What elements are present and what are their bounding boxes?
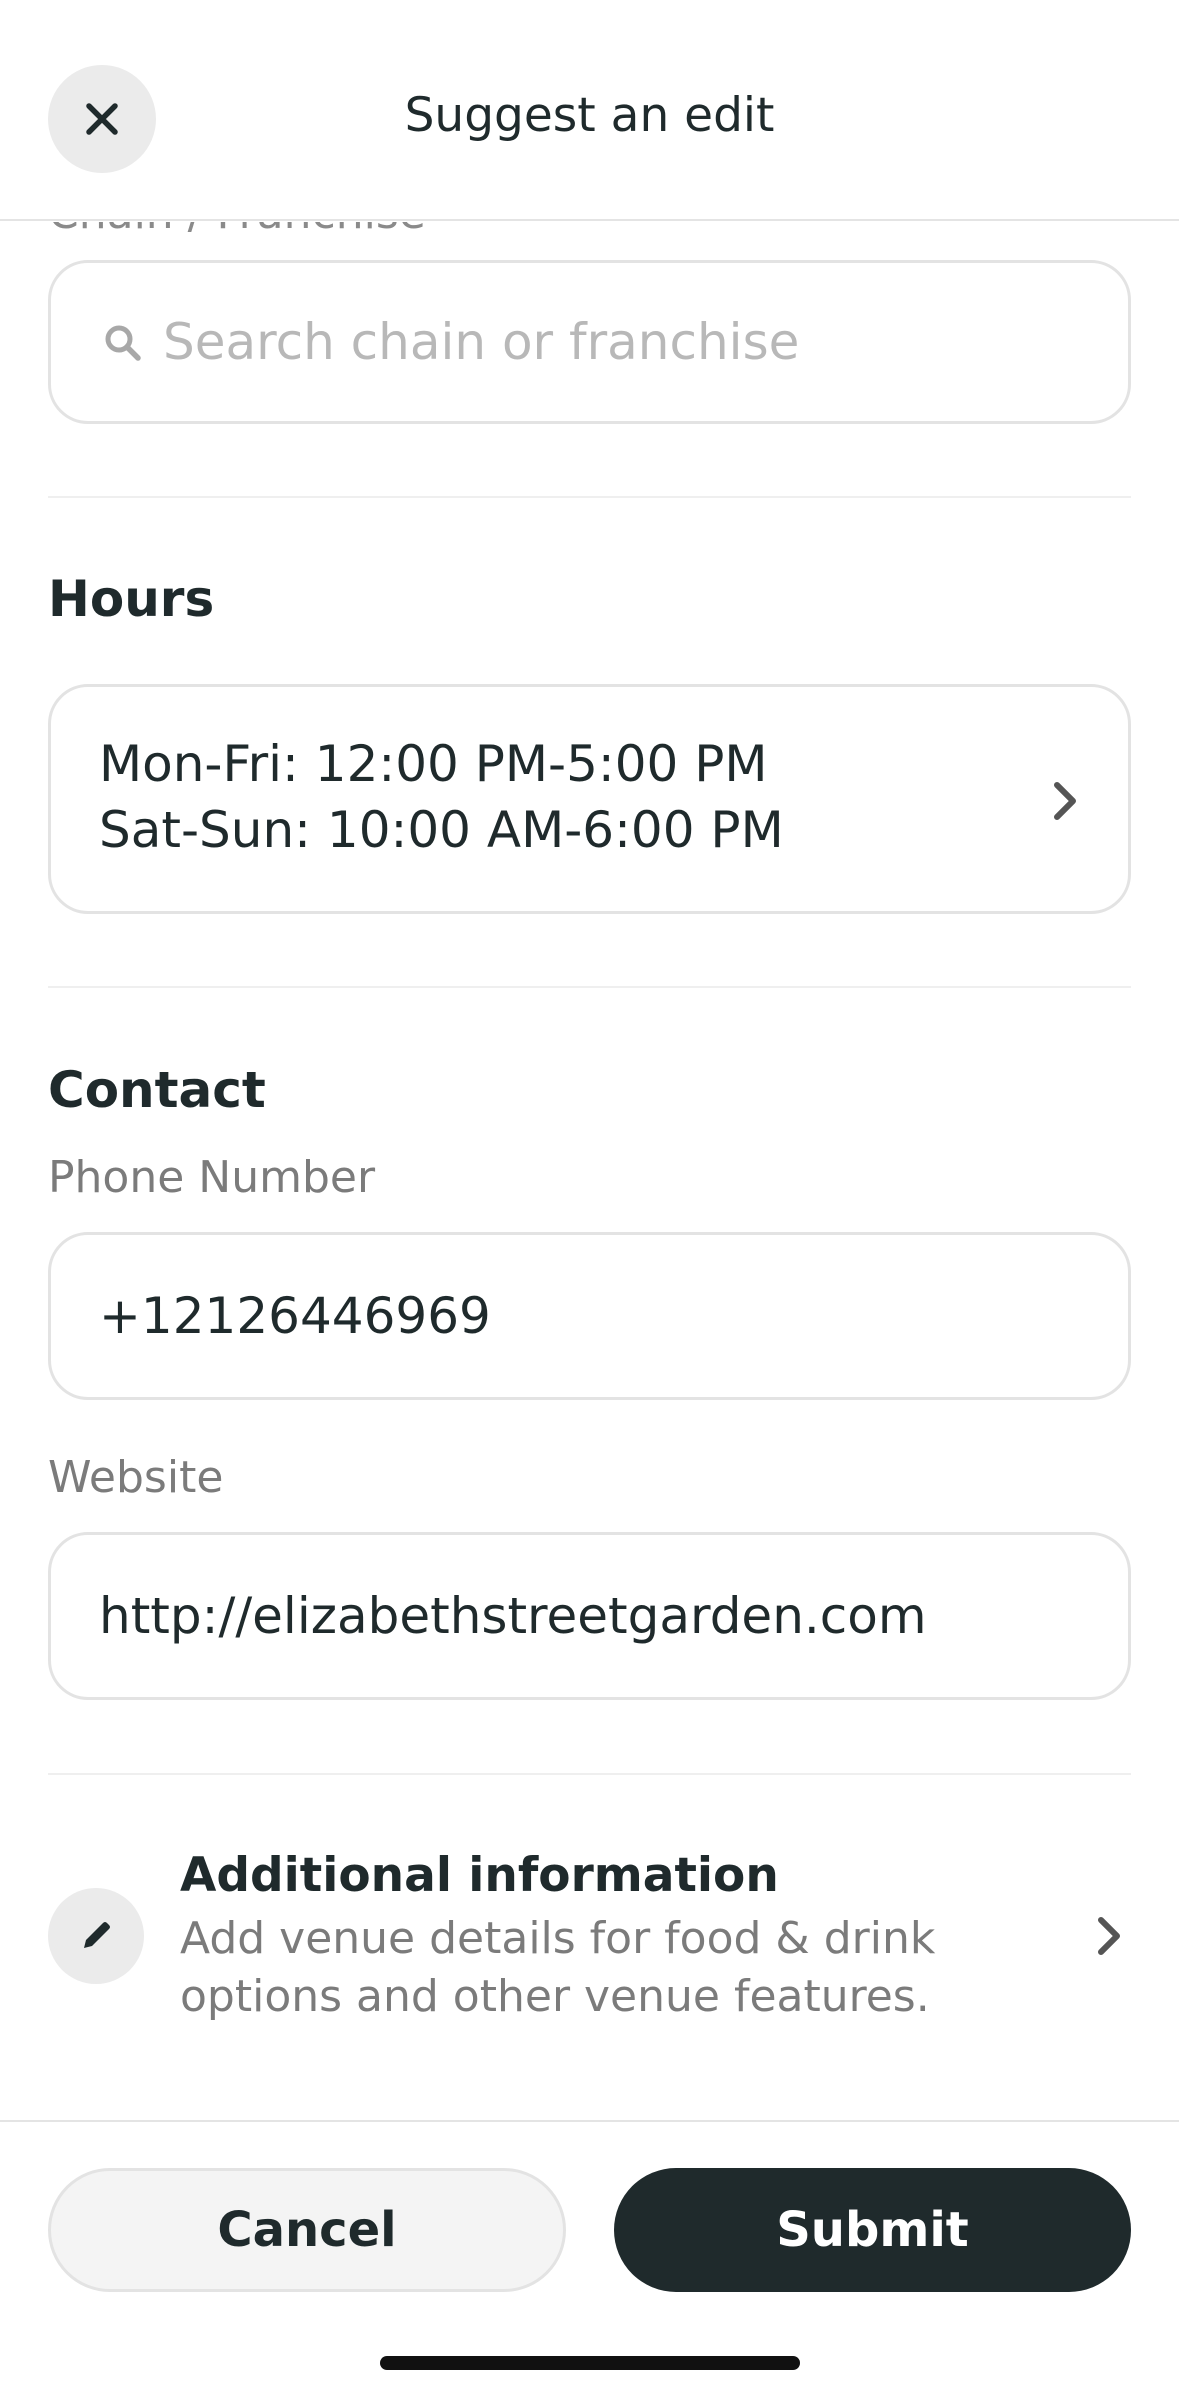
search-icon: [105, 325, 141, 361]
website-field[interactable]: [48, 1532, 1131, 1700]
scrolled-section-label: Chain / Franchise: [48, 222, 426, 232]
page-title: Suggest an edit: [404, 88, 775, 143]
footer-divider: [0, 2120, 1179, 2122]
website-input[interactable]: [99, 1535, 1079, 1697]
hours-weekday: Mon-Fri: 12:00 PM-5:00 PM: [99, 735, 768, 793]
chain-search-field[interactable]: [48, 260, 1131, 424]
submit-button[interactable]: Submit: [614, 2168, 1131, 2292]
chain-search-input[interactable]: [163, 263, 1103, 421]
section-divider: [48, 496, 1131, 498]
hours-selector[interactable]: Mon-Fri: 12:00 PM-5:00 PM Sat-Sun: 10:00…: [48, 684, 1131, 914]
suggest-edit-screen: Suggest an edit Chain / Franchise Hours …: [0, 0, 1179, 2396]
section-divider: [48, 1773, 1131, 1775]
phone-label: Phone Number: [48, 1152, 376, 1203]
website-label: Website: [48, 1452, 224, 1503]
pencil-icon-badge: [48, 1888, 144, 1984]
cancel-button[interactable]: Cancel: [48, 2168, 566, 2292]
hours-heading: Hours: [48, 570, 215, 628]
section-divider: [48, 986, 1131, 988]
home-indicator[interactable]: [380, 2356, 800, 2370]
additional-information-row[interactable]: Additional information Add venue details…: [0, 1830, 1179, 2030]
phone-field[interactable]: [48, 1232, 1131, 1400]
additional-information-title: Additional information: [180, 1848, 779, 1903]
hours-weekend: Sat-Sun: 10:00 AM-6:00 PM: [99, 801, 784, 859]
chevron-right-icon: [1098, 1917, 1120, 1955]
phone-input[interactable]: [99, 1235, 1079, 1397]
contact-heading: Contact: [48, 1061, 266, 1119]
additional-information-description: Add venue details for food & drink optio…: [180, 1913, 936, 2022]
header-bar: Suggest an edit: [0, 0, 1179, 221]
chevron-right-icon: [1054, 782, 1076, 820]
pencil-icon: [84, 1922, 110, 1948]
